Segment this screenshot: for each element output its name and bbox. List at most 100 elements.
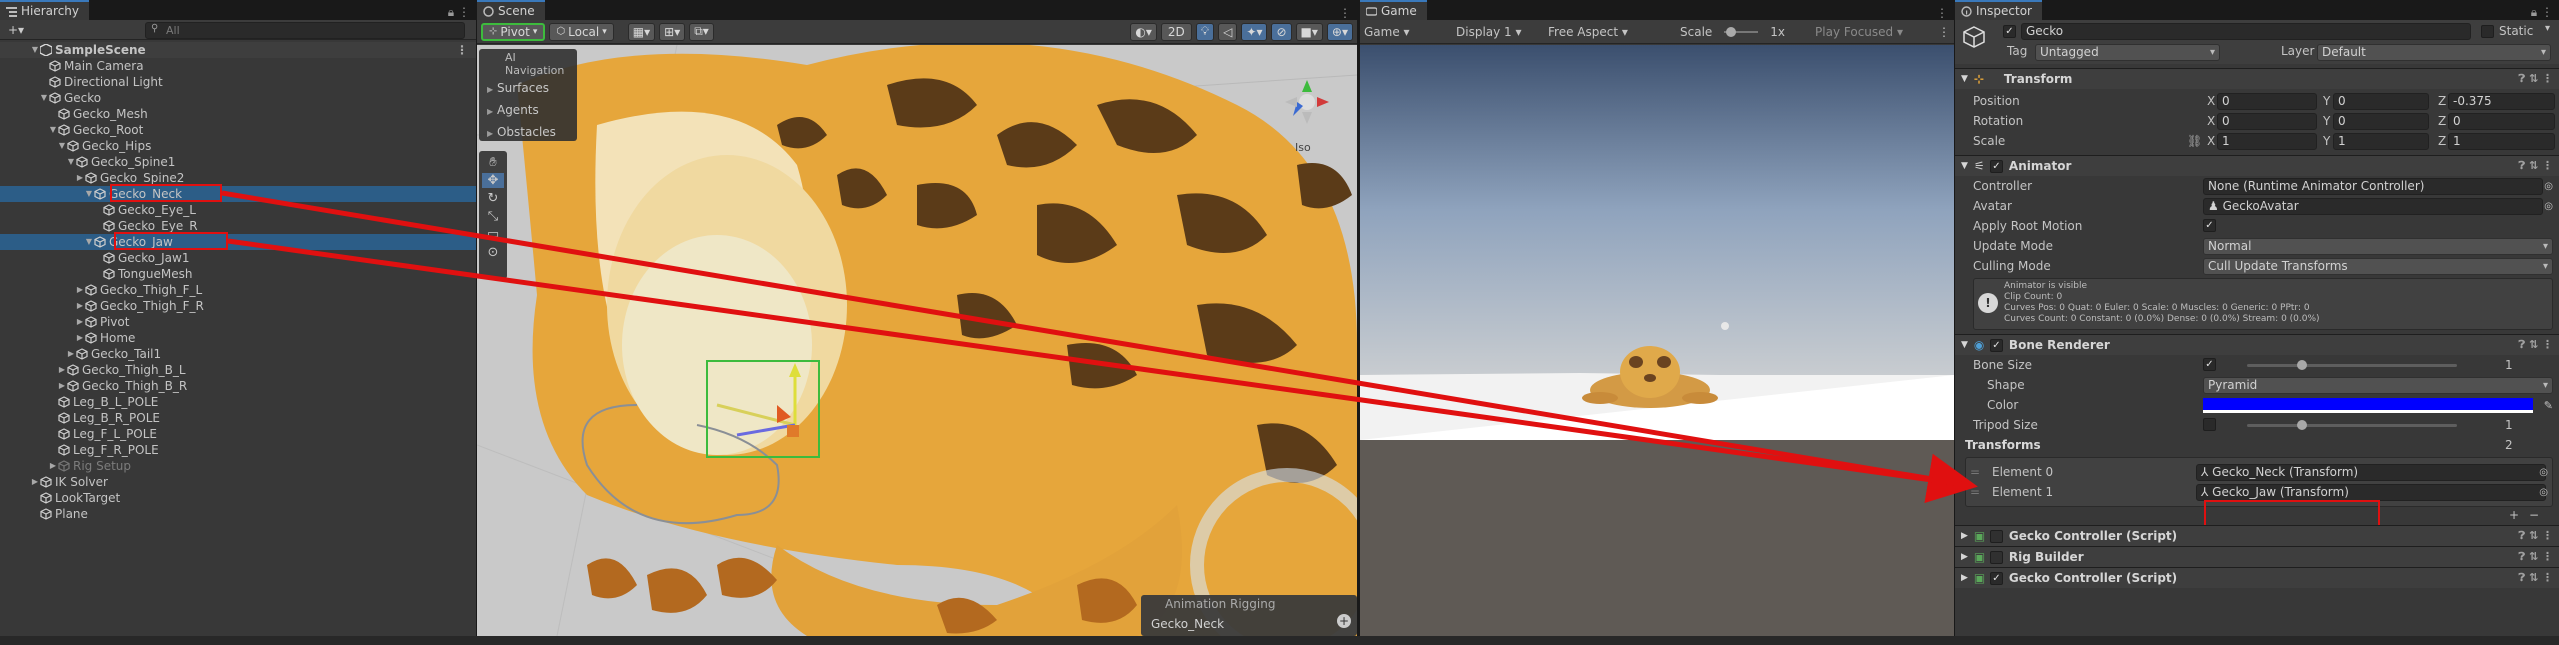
bone-size-slider-knob[interactable] — [2297, 360, 2307, 370]
expand-arrow-icon[interactable]: ▶ — [75, 298, 85, 314]
move-tool-icon[interactable]: ✥ — [482, 173, 504, 188]
tripod-checkbox[interactable] — [2203, 418, 2216, 431]
avatar-field[interactable]: ♟︎ GeckoAvatar — [2203, 197, 2543, 215]
object-picker-icon[interactable]: ◎ — [2539, 487, 2548, 498]
expand-arrow-icon[interactable]: ▶ — [487, 85, 493, 94]
hierarchy-item[interactable]: ▼ Gecko_Root — [0, 122, 476, 138]
ai-nav-item[interactable]: ▶ Surfaces — [479, 77, 577, 99]
gizmos-icon[interactable]: ⊕▾ — [1326, 22, 1353, 41]
tripod-slider[interactable] — [2247, 424, 2457, 427]
hierarchy-item[interactable]: ▶ Gecko_Spine2 — [0, 170, 476, 186]
hierarchy-item[interactable]: Leg_F_R_POLE — [0, 442, 476, 458]
scale-x-field[interactable]: 1 — [2217, 132, 2317, 150]
tripod-value[interactable]: 1 — [2505, 418, 2513, 432]
transform-header[interactable]: ▼ ⊹ Transform ❓︎ ⇅ ⋮ — [1955, 68, 2559, 89]
expand-arrow-icon[interactable]: ▼ — [48, 122, 58, 138]
eyedropper-icon[interactable]: ✎ — [2544, 399, 2553, 412]
hierarchy-item[interactable]: Gecko_Eye_L — [0, 202, 476, 218]
hierarchy-item[interactable]: ▼ Gecko_Hips — [0, 138, 476, 154]
hierarchy-item[interactable]: Gecko_Mesh — [0, 106, 476, 122]
tripod-slider-knob[interactable] — [2297, 420, 2307, 430]
component-header[interactable]: ▶ ▣ Gecko Controller (Script) ❓︎ ⇅ ⋮ — [1955, 525, 2559, 546]
scene-row[interactable]: ▼ SampleScene ⋮ — [0, 42, 476, 58]
grid-snap-button[interactable]: ▦▾ — [627, 22, 656, 41]
scale-z-field[interactable]: 1 — [2448, 132, 2555, 150]
bone-size-slider[interactable] — [2247, 364, 2457, 367]
object-picker-icon[interactable]: ◎ — [2544, 201, 2553, 212]
hierarchy-item[interactable]: ▶ Pivot — [0, 314, 476, 330]
hierarchy-item[interactable]: Leg_F_L_POLE — [0, 426, 476, 442]
scene-menu-icon[interactable]: ⋮ — [456, 42, 468, 58]
game-dropdown[interactable]: Game ▾ — [1364, 25, 1444, 39]
hierarchy-item[interactable]: ▶ Gecko_Thigh_F_R — [0, 298, 476, 314]
expand-arrow-icon[interactable]: ▼ — [30, 42, 40, 58]
rotate-tool-icon[interactable]: ↻ — [488, 191, 499, 206]
lighting-toggle-icon[interactable]: 💡︎ — [1195, 22, 1215, 41]
color-swatch[interactable] — [2203, 398, 2533, 413]
tab-hierarchy[interactable]: Hierarchy — [0, 0, 90, 20]
hierarchy-item[interactable]: ▶ IK Solver — [0, 474, 476, 490]
component-enabled-checkbox[interactable]: ✓ — [1989, 571, 2003, 585]
component-menu-icons[interactable]: ❓︎ ⇅ ⋮ — [2519, 72, 2554, 86]
bone-size-value[interactable]: 1 — [2505, 358, 2513, 372]
component-menu-icons[interactable]: ❓︎ ⇅ ⋮ — [2519, 159, 2554, 173]
expand-arrow-icon[interactable]: ▶ — [57, 362, 67, 378]
add-element-button[interactable]: + — [2509, 508, 2519, 522]
foldout-icon[interactable]: ▶ — [1955, 531, 1974, 541]
hierarchy-search-input[interactable]: ⚲ All — [145, 22, 465, 39]
hierarchy-item[interactable]: ▶ Gecko_Thigh_F_L — [0, 282, 476, 298]
animator-enabled-checkbox[interactable]: ✓ — [1989, 159, 2003, 173]
hidden-objects-icon[interactable]: ⊘ — [1271, 22, 1292, 41]
tab-inspector[interactable]: Inspector — [1955, 0, 2042, 20]
lock-icon[interactable]: 🔒︎ ⋮ — [442, 5, 476, 20]
hierarchy-item[interactable]: Leg_B_L_POLE — [0, 394, 476, 410]
ai-nav-item[interactable]: ▶ Obstacles — [479, 121, 577, 143]
component-menu-icons[interactable]: ❓︎ ⇅ ⋮ — [2519, 529, 2554, 543]
hierarchy-item[interactable]: Main Camera — [0, 58, 476, 74]
add-rig-icon[interactable]: + — [1337, 614, 1351, 628]
position-x-field[interactable]: 0 — [2217, 92, 2317, 110]
transform-tool-icon[interactable]: ⊙ — [488, 245, 499, 260]
grid-button[interactable]: ⧉▾ — [689, 22, 714, 41]
drag-handle-icon[interactable]: = — [1970, 485, 1980, 499]
expand-arrow-icon[interactable]: ▶ — [66, 346, 76, 362]
hierarchy-item[interactable]: TongueMesh — [0, 266, 476, 282]
aspect-dropdown[interactable]: Free Aspect ▾ — [1548, 25, 1668, 39]
hierarchy-item[interactable]: ▶ Gecko_Tail1 — [0, 346, 476, 362]
element-1-field[interactable]: ⅄ Gecko_Jaw (Transform) — [2196, 483, 2546, 501]
expand-arrow-icon[interactable]: ▼ — [66, 154, 76, 170]
hierarchy-item[interactable]: ▶ Rig Setup — [0, 458, 476, 474]
expand-arrow-icon[interactable]: ▼ — [57, 138, 67, 154]
culling-dropdown[interactable]: Cull Update Transforms — [2203, 257, 2553, 275]
transforms-count[interactable]: 2 — [2505, 438, 2513, 452]
component-header[interactable]: ▶ ▣ Rig Builder ❓︎ ⇅ ⋮ — [1955, 546, 2559, 567]
static-dropdown-icon[interactable]: ▾ — [2545, 23, 2550, 34]
hierarchy-item[interactable]: Leg_B_R_POLE — [0, 410, 476, 426]
position-z-field[interactable]: -0.375 — [2448, 92, 2555, 110]
rotation-z-field[interactable]: 0 — [2448, 112, 2555, 130]
object-name-field[interactable]: Gecko — [2021, 23, 2471, 40]
component-header[interactable]: ▶ ▣ ✓ Gecko Controller (Script) ❓︎ ⇅ ⋮ — [1955, 567, 2559, 588]
object-picker-icon[interactable]: ◎ — [2539, 467, 2548, 478]
link-icon[interactable]: ⛓︎ — [2187, 134, 2202, 148]
rotation-y-field[interactable]: 0 — [2333, 112, 2429, 130]
display-dropdown[interactable]: Display 1 ▾ — [1456, 25, 1536, 39]
2d-toggle-button[interactable]: 2D — [1160, 22, 1192, 41]
rect-tool-icon[interactable]: ▭ — [487, 227, 499, 242]
component-enabled-checkbox[interactable] — [1989, 550, 2003, 564]
expand-arrow-icon[interactable]: ▼ — [84, 186, 94, 202]
foldout-icon[interactable]: ▶ — [1955, 552, 1974, 562]
bone-size-checkbox[interactable]: ✓ — [2203, 358, 2216, 371]
expand-arrow-icon[interactable]: ▶ — [487, 107, 493, 116]
hierarchy-item[interactable]: LookTarget — [0, 490, 476, 506]
component-menu-icons[interactable]: ❓︎ ⇅ ⋮ — [2519, 550, 2554, 564]
active-checkbox[interactable]: ✓ — [2003, 25, 2016, 38]
hierarchy-item[interactable]: Directional Light — [0, 74, 476, 90]
expand-arrow-icon[interactable]: ▶ — [75, 170, 85, 186]
static-checkbox[interactable] — [2481, 25, 2494, 38]
scale-tool-icon[interactable]: ⤡ — [488, 209, 498, 224]
shading-mode-button[interactable]: ◐▾ — [1130, 22, 1157, 41]
hierarchy-item[interactable]: ▶ Gecko_Thigh_B_R — [0, 378, 476, 394]
pivot-button[interactable]: ⊹ Pivot ▾ — [481, 22, 546, 41]
hierarchy-item[interactable]: ▼ Gecko_Neck — [0, 186, 476, 202]
